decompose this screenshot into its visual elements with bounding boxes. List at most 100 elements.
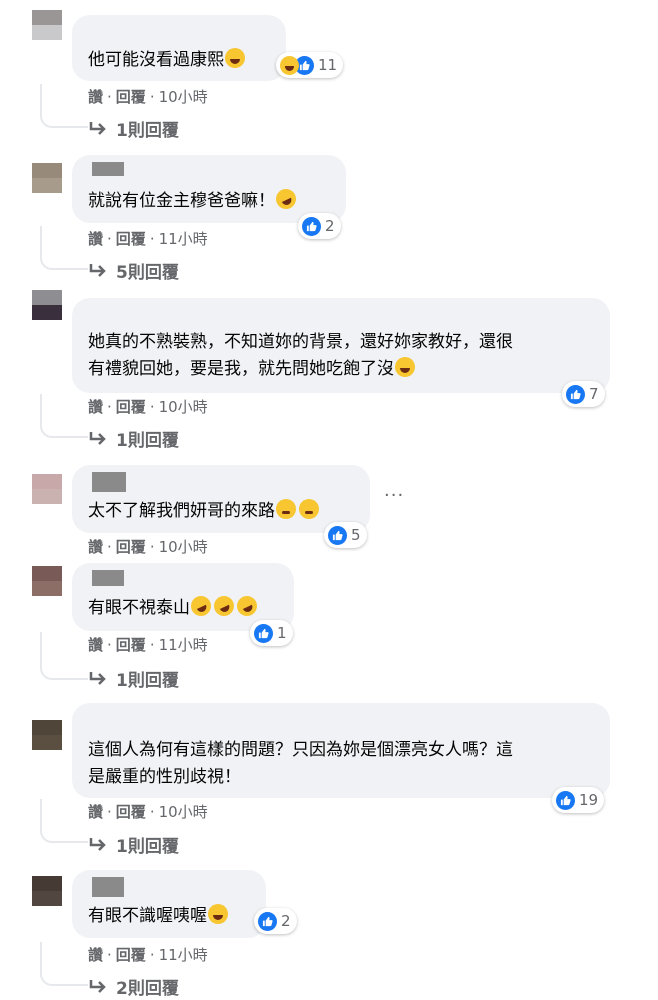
reply-arrow-icon xyxy=(89,979,106,993)
reply-link[interactable]: 回覆 xyxy=(116,230,146,248)
view-replies-link[interactable]: 1則回覆 xyxy=(88,832,179,857)
reactions-summary[interactable]: 11 xyxy=(276,52,344,78)
timestamp[interactable]: 10小時 xyxy=(159,398,208,416)
rofl-emoji-icon xyxy=(187,592,215,620)
separator: · xyxy=(149,538,155,556)
reaction-count: 19 xyxy=(579,791,599,809)
comment-text: 有眼不視泰山 xyxy=(88,592,261,622)
view-replies-link[interactable]: 1則回覆 xyxy=(88,116,179,141)
confused-emoji-icon xyxy=(276,499,296,519)
reply-arrow-icon xyxy=(89,837,106,851)
like-link[interactable]: 讚 xyxy=(88,398,103,416)
grinning-sweat-emoji-icon xyxy=(395,357,415,377)
view-replies-link[interactable]: 1則回覆 xyxy=(88,666,179,691)
grinning-emoji-icon xyxy=(225,48,245,68)
thread-line xyxy=(40,632,88,680)
separator: · xyxy=(149,88,155,106)
more-options-icon[interactable]: ··· xyxy=(384,487,404,505)
reactions-summary[interactable]: 2 xyxy=(298,213,341,239)
like-link[interactable]: 讚 xyxy=(88,88,103,106)
comment-text-line: 是嚴重的性別歧視！ xyxy=(88,767,241,787)
reply-arrow-icon xyxy=(89,431,106,445)
like-icon xyxy=(556,790,575,810)
timestamp[interactable]: 11小時 xyxy=(159,946,208,964)
replies-count-label: 2則回覆 xyxy=(116,979,179,999)
redacted-name xyxy=(92,877,124,897)
like-icon xyxy=(254,623,273,643)
timestamp[interactable]: 10小時 xyxy=(159,88,208,106)
comment-actions: 讚 · 回覆 · 11小時 xyxy=(88,634,208,655)
like-link[interactable]: 讚 xyxy=(88,230,103,248)
comment-text: 就說有位金主穆爸爸嘛！ xyxy=(88,185,300,215)
reply-link[interactable]: 回覆 xyxy=(116,398,146,416)
rofl-emoji-icon xyxy=(233,592,261,620)
separator: · xyxy=(107,803,112,821)
separator: · xyxy=(149,946,155,964)
timestamp[interactable]: 10小時 xyxy=(159,803,208,821)
thread-line xyxy=(40,226,88,270)
comment-text-line: 有禮貌回她，要是我，就先問她吃飽了沒 xyxy=(88,355,415,383)
comment-text-line: 她真的不熟裝熟，不知道妳的背景，還好妳家教好，還很 xyxy=(88,332,513,352)
reply-arrow-icon xyxy=(89,121,106,135)
separator: · xyxy=(149,803,155,821)
reactions-summary[interactable]: 5 xyxy=(324,522,367,548)
avatar[interactable] xyxy=(32,163,62,193)
reply-link[interactable]: 回覆 xyxy=(116,946,146,964)
view-replies-link[interactable]: 5則回覆 xyxy=(88,258,179,283)
comment-actions: 讚 · 回覆 · 10小時 xyxy=(88,86,208,107)
like-link[interactable]: 讚 xyxy=(88,803,103,821)
like-icon xyxy=(258,911,277,931)
view-replies-link[interactable]: 2則回覆 xyxy=(88,974,179,999)
avatar[interactable] xyxy=(32,566,62,596)
like-icon xyxy=(328,525,347,545)
avatar[interactable] xyxy=(32,474,62,504)
reply-link[interactable]: 回覆 xyxy=(116,636,146,654)
reaction-count: 2 xyxy=(281,912,291,930)
separator: · xyxy=(107,230,112,248)
replies-count-label: 1則回覆 xyxy=(116,431,179,451)
separator: · xyxy=(107,538,112,556)
separator: · xyxy=(149,398,155,416)
comment-actions: 讚 · 回覆 · 10小時 xyxy=(88,536,208,557)
avatar[interactable] xyxy=(32,720,62,750)
reaction-count: 1 xyxy=(277,624,287,642)
avatar[interactable] xyxy=(32,876,62,906)
reply-arrow-icon xyxy=(89,671,106,685)
avatar[interactable] xyxy=(32,10,62,40)
comment-text: 他可能沒看過康熙 xyxy=(88,46,245,74)
reactions-summary[interactable]: 1 xyxy=(250,620,293,646)
like-icon xyxy=(302,216,321,236)
replies-count-label: 1則回覆 xyxy=(116,671,179,691)
redacted-name xyxy=(92,472,126,492)
reply-arrow-icon xyxy=(89,263,106,277)
view-replies-link[interactable]: 1則回覆 xyxy=(88,426,179,451)
laugh-icon xyxy=(280,55,299,75)
like-link[interactable]: 讚 xyxy=(88,636,103,654)
reaction-count: 5 xyxy=(351,526,361,544)
replies-count-label: 5則回覆 xyxy=(116,263,179,283)
thread-line xyxy=(40,84,88,128)
separator: · xyxy=(149,636,155,654)
reply-link[interactable]: 回覆 xyxy=(116,538,146,556)
timestamp[interactable]: 10小時 xyxy=(159,538,208,556)
avatar[interactable] xyxy=(32,290,62,320)
like-link[interactable]: 讚 xyxy=(88,946,103,964)
comment-actions: 讚 · 回覆 · 10小時 xyxy=(88,801,208,822)
reactions-summary[interactable]: 7 xyxy=(562,381,605,407)
like-link[interactable]: 讚 xyxy=(88,538,103,556)
replies-count-label: 1則回覆 xyxy=(116,837,179,857)
comment-actions: 讚 · 回覆 · 10小時 xyxy=(88,396,208,417)
comment-text: 太不了解我們妍哥的來路 xyxy=(88,497,319,525)
separator: · xyxy=(149,230,155,248)
reaction-count: 11 xyxy=(318,56,338,74)
reply-link[interactable]: 回覆 xyxy=(116,88,146,106)
confused-emoji-icon xyxy=(299,499,319,519)
timestamp[interactable]: 11小時 xyxy=(159,230,208,248)
separator: · xyxy=(107,398,112,416)
reactions-summary[interactable]: 19 xyxy=(552,787,605,813)
reactions-summary[interactable]: 2 xyxy=(254,908,297,934)
reply-link[interactable]: 回覆 xyxy=(116,803,146,821)
comment-actions: 讚 · 回覆 · 11小時 xyxy=(88,228,208,249)
redacted-name xyxy=(92,570,124,586)
timestamp[interactable]: 11小時 xyxy=(159,636,208,654)
